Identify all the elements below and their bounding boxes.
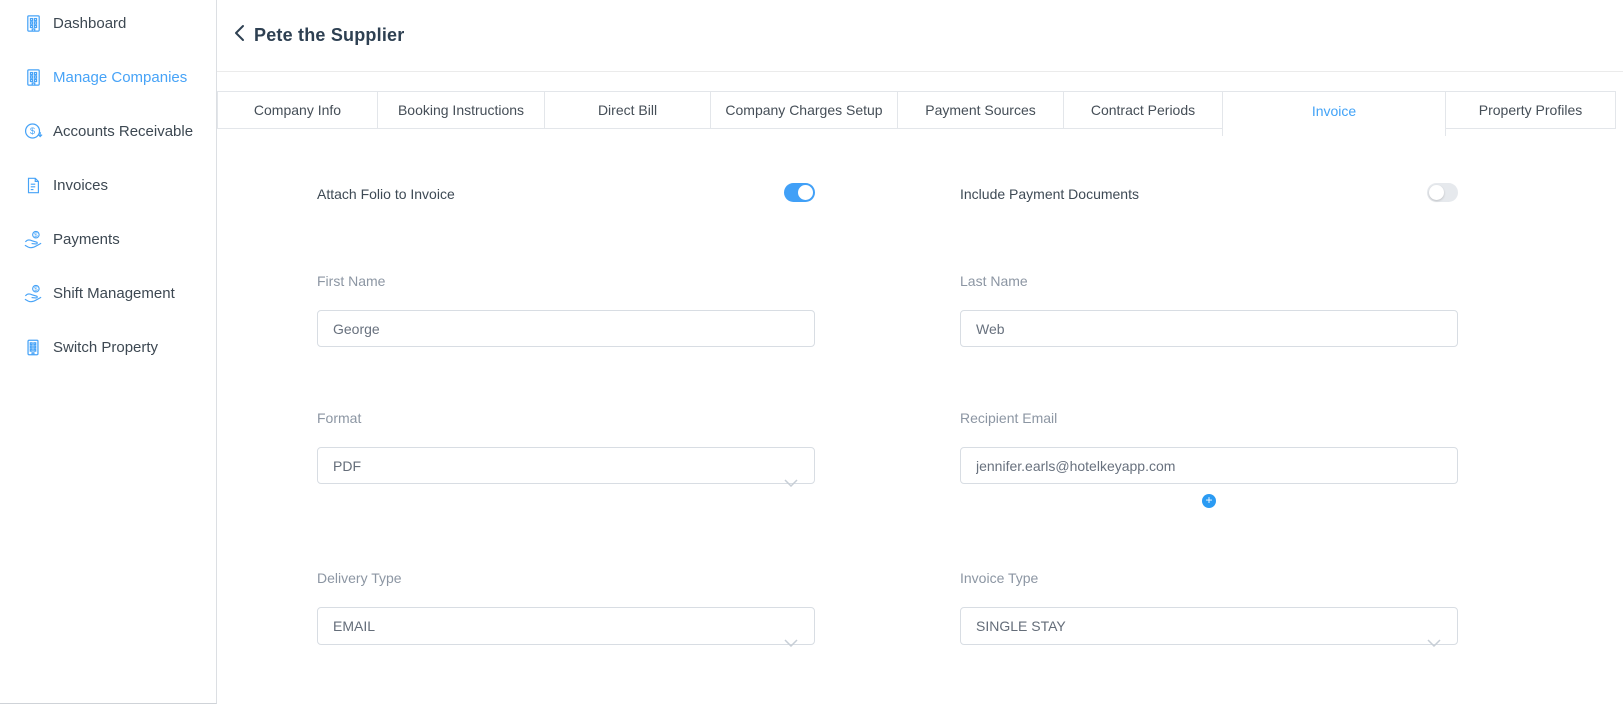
recipient-email-field[interactable] <box>960 447 1458 484</box>
invoice-type-select[interactable]: SINGLE STAY <box>960 607 1458 645</box>
sidebar-item-label: Switch Property <box>53 339 158 356</box>
last-name-field[interactable] <box>960 310 1458 347</box>
delivery-type-label: Delivery Type <box>317 570 402 586</box>
chevron-down-icon <box>784 464 798 500</box>
sidebar-item-label: Accounts Receivable <box>53 123 193 140</box>
chevron-down-icon <box>1427 624 1441 660</box>
tab-company-info[interactable]: Company Info <box>217 91 378 129</box>
page-title: Pete the Supplier <box>254 25 404 46</box>
tab-property-profiles[interactable]: Property Profiles <box>1445 91 1616 129</box>
sidebar-item-dashboard[interactable]: Dashboard <box>0 9 216 37</box>
format-label: Format <box>317 410 361 426</box>
sidebar-item-invoices[interactable]: Invoices <box>0 171 216 199</box>
building-icon <box>22 13 44 33</box>
include-payment-documents-label: Include Payment Documents <box>960 186 1139 202</box>
dollar-circle-icon: $ <box>22 121 44 141</box>
tab-invoice[interactable]: Invoice <box>1222 91 1446 136</box>
building-icon <box>22 337 44 357</box>
format-select[interactable]: PDF <box>317 447 815 484</box>
svg-text:$: $ <box>34 286 38 293</box>
sidebar-item-payments[interactable]: $ Payments <box>0 225 216 253</box>
attach-folio-toggle[interactable] <box>784 183 815 202</box>
sidebar-item-switch-property[interactable]: Switch Property <box>0 333 216 361</box>
invoice-type-select-value: SINGLE STAY <box>976 618 1066 634</box>
sidebar-item-accounts-receivable[interactable]: $ Accounts Receivable <box>0 117 216 145</box>
sidebar-item-label: Invoices <box>53 177 108 194</box>
include-payment-documents-toggle[interactable] <box>1427 183 1458 202</box>
tab-contract-periods[interactable]: Contract Periods <box>1063 91 1223 129</box>
attach-folio-label: Attach Folio to Invoice <box>317 186 455 202</box>
tab-booking-instructions[interactable]: Booking Instructions <box>377 91 545 129</box>
format-select-value: PDF <box>333 458 361 474</box>
hand-coin-icon: $ <box>22 229 44 249</box>
chevron-down-icon <box>784 624 798 660</box>
invoice-icon <box>22 175 44 195</box>
header-divider <box>217 71 1623 72</box>
svg-text:$: $ <box>30 126 35 136</box>
plus-icon: + <box>1205 493 1212 507</box>
tab-payment-sources[interactable]: Payment Sources <box>897 91 1064 129</box>
sidebar-item-label: Manage Companies <box>53 69 187 86</box>
first-name-label: First Name <box>317 273 385 289</box>
tab-direct-bill[interactable]: Direct Bill <box>544 91 711 129</box>
tab-company-charges-setup[interactable]: Company Charges Setup <box>710 91 898 129</box>
sidebar-item-shift-management[interactable]: $ Shift Management <box>0 279 216 307</box>
sidebar-item-label: Dashboard <box>53 15 126 32</box>
invoice-type-label: Invoice Type <box>960 570 1038 586</box>
last-name-label: Last Name <box>960 273 1028 289</box>
toggle-knob <box>1429 185 1444 200</box>
chevron-left-icon <box>234 24 245 47</box>
back-button[interactable] <box>234 24 245 47</box>
recipient-email-label: Recipient Email <box>960 410 1057 426</box>
page-header: Pete the Supplier <box>234 24 404 47</box>
add-email-button[interactable]: + <box>1202 494 1216 508</box>
first-name-field[interactable] <box>317 310 815 347</box>
delivery-type-select-value: EMAIL <box>333 618 375 634</box>
sidebar-item-manage-companies[interactable]: Manage Companies <box>0 63 216 91</box>
sidebar-item-label: Payments <box>53 231 120 248</box>
building-icon <box>22 67 44 87</box>
toggle-knob <box>798 185 813 200</box>
sidebar-item-label: Shift Management <box>53 285 175 302</box>
svg-text:$: $ <box>34 232 38 239</box>
app-root: Dashboard Manage Companies $ <box>0 0 1623 707</box>
delivery-type-select[interactable]: EMAIL <box>317 607 815 645</box>
sidebar: Dashboard Manage Companies $ <box>0 0 217 704</box>
hand-coin-icon: $ <box>22 283 44 303</box>
